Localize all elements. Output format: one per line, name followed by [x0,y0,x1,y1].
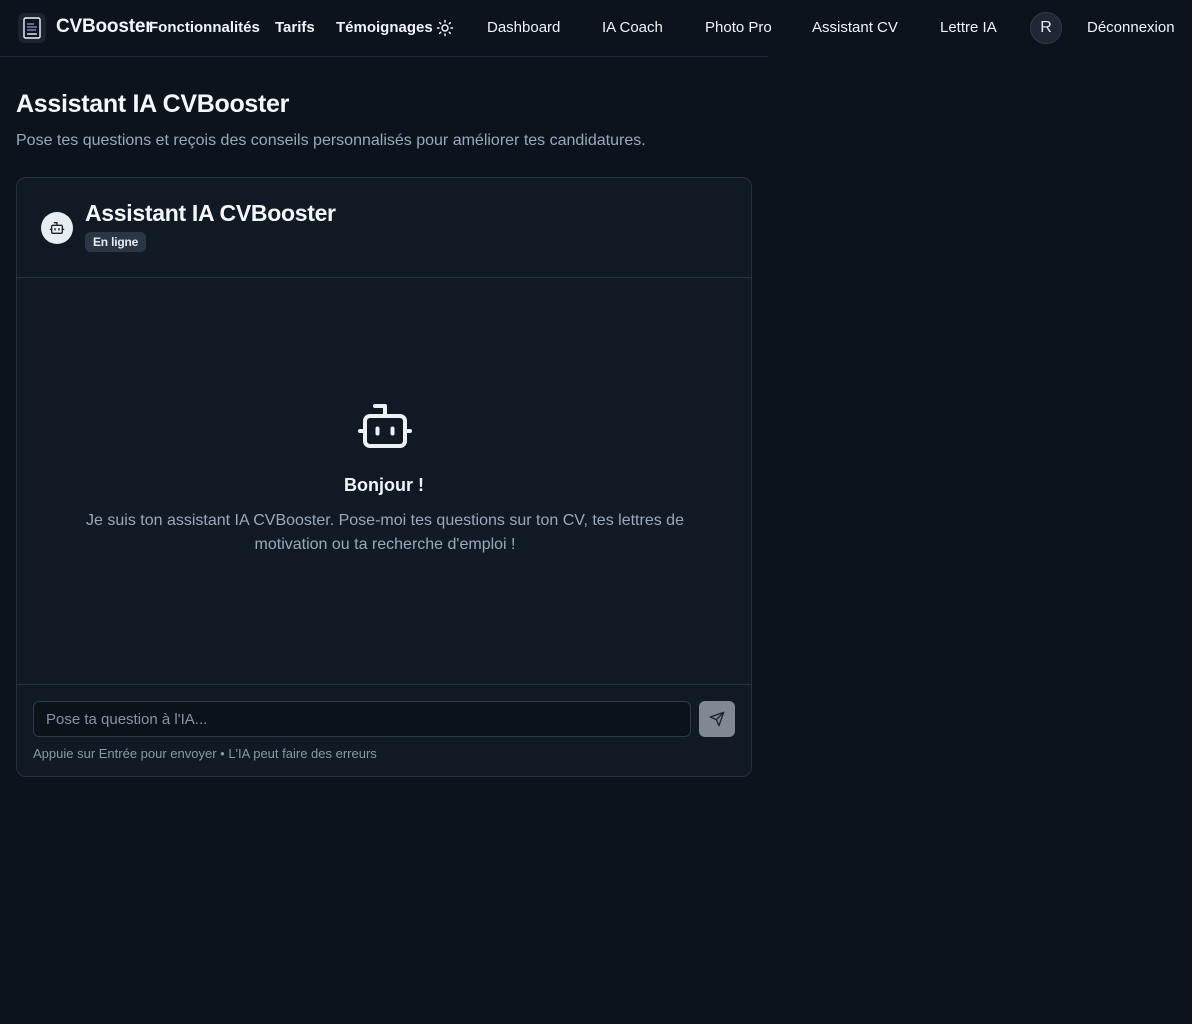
composer-hint: Appuie sur Entrée pour envoyer • L'IA pe… [33,746,377,761]
intro-text: Je suis ton assistant IA CVBooster. Pose… [86,512,684,553]
nav-link-dashboard[interactable]: Dashboard [487,19,560,36]
nav-link-fonctionnalites[interactable]: Fonctionnalités [149,19,260,36]
greeting-text: Bonjour ! [344,475,424,495]
nav-link-ia-coach[interactable]: IA Coach [602,19,663,36]
logo-icon[interactable] [18,13,46,43]
nav-link-tarifs[interactable]: Tarifs [275,19,315,36]
user-avatar[interactable]: R [1030,12,1062,44]
chat-empty-state: Bonjour ! Je suis ton assistant IA CVBoo… [17,278,751,684]
chat-input[interactable] [33,701,691,737]
nav-link-temoignages[interactable]: Témoignages [336,19,433,36]
top-navbar: CVBooster Fonctionnalités Tarifs Témoign… [0,0,1192,57]
page-title: Assistant IA CVBooster [16,90,290,118]
send-button[interactable] [699,701,735,737]
chat-header: Assistant IA CVBooster En ligne [17,178,751,278]
chat-composer: Appuie sur Entrée pour envoyer • L'IA pe… [17,684,751,776]
page-subtitle: Pose tes questions et reçois des conseil… [16,132,646,149]
sun-icon[interactable] [436,19,454,37]
nav-link-lettre-ia[interactable]: Lettre IA [940,19,997,36]
chat-title: Assistant IA CVBooster [85,200,336,226]
brand-name[interactable]: CVBooster [56,16,153,38]
chat-card: Assistant IA CVBooster En ligne Bonjour … [16,177,752,777]
bot-avatar-icon [41,212,73,244]
bot-icon [353,396,417,452]
nav-link-assistant-cv[interactable]: Assistant CV [812,19,898,36]
logout-link[interactable]: Déconnexion [1087,19,1175,36]
nav-link-photo-pro[interactable]: Photo Pro [705,19,772,36]
status-badge: En ligne [85,232,147,252]
send-icon [709,711,725,727]
navbar-divider [0,56,768,57]
